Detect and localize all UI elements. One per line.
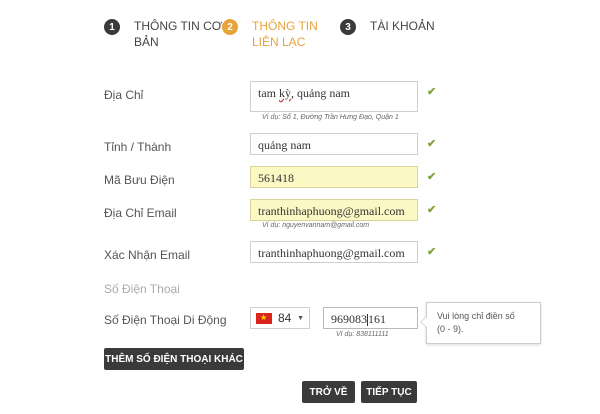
check-icon: ✔: [427, 138, 437, 150]
country-code-select[interactable]: 84 ▼: [250, 307, 310, 329]
continue-button[interactable]: TIẾP TỤC: [361, 381, 417, 403]
step-label: TÀI KHOẢN: [370, 19, 435, 33]
caret-down-icon: ▼: [297, 314, 304, 322]
postal-field[interactable]: 561418: [250, 166, 418, 188]
step-label: THÔNG TIN LIÊN LẠC: [252, 19, 318, 49]
add-phone-button[interactable]: THÊM SỐ ĐIỆN THOẠI KHÁC: [104, 348, 244, 370]
country-code: 84: [278, 311, 292, 325]
mobile-label: Số Điện Thoại Di Động: [104, 313, 227, 327]
step-1: 1 THÔNG TIN CƠ BẢN: [104, 18, 222, 50]
province-field[interactable]: quảng nam: [250, 133, 418, 155]
phone-section-label: Số Điện Thoại: [104, 282, 180, 296]
check-icon: ✔: [427, 171, 437, 183]
vietnam-flag-icon: [256, 312, 272, 324]
check-icon: ✔: [427, 246, 437, 258]
mobile-hint: Ví dụ: 838111111: [336, 331, 389, 338]
step-number: 3: [340, 19, 356, 35]
back-button[interactable]: TRỞ VỀ: [302, 381, 355, 403]
address-field[interactable]: tam kỳ, quảng nam: [250, 81, 418, 112]
check-icon: ✔: [427, 204, 437, 216]
step-number: 2: [222, 19, 238, 35]
email-hint: Ví dụ: nguyenvannam@gmail.com: [262, 222, 370, 229]
province-label: Tỉnh / Thành: [104, 140, 172, 154]
postal-label: Mã Bưu Điện: [104, 173, 175, 187]
address-hint: Ví dụ: Số 1, Đường Trần Hưng Đạo, Quận 1: [262, 114, 399, 121]
step-2: 2 THÔNG TIN LIÊN LẠC: [222, 18, 318, 50]
validation-tooltip: Vui lòng chỉ điền số (0 - 9).: [420, 302, 541, 344]
email-field[interactable]: tranthinhaphuong@gmail.com: [250, 199, 418, 221]
step-label: THÔNG TIN CƠ BẢN: [134, 19, 223, 49]
step-number: 1: [104, 19, 120, 35]
address-label: Địa Chỉ: [104, 88, 144, 102]
email-confirm-field[interactable]: tranthinhaphuong@gmail.com: [250, 241, 418, 263]
check-icon: ✔: [427, 86, 437, 98]
step-3: 3 TÀI KHOẢN: [340, 18, 435, 35]
mobile-number-field[interactable]: 969083161: [323, 307, 418, 329]
email-label: Địa Chỉ Email: [104, 206, 177, 220]
email-confirm-label: Xác Nhận Email: [104, 248, 191, 262]
